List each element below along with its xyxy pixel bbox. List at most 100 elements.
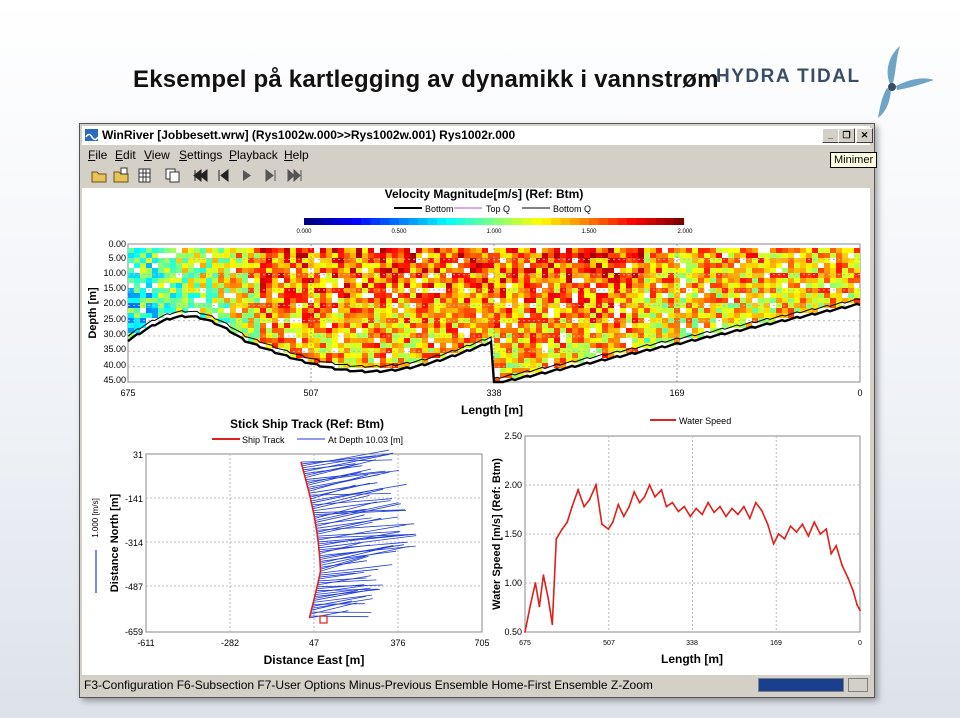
velocity-cell <box>554 268 560 273</box>
velocity-cell <box>566 323 572 328</box>
menu-settings[interactable]: Settings <box>179 148 222 162</box>
open-file-icon[interactable] <box>112 167 130 184</box>
speed-tick: 1.00 <box>504 578 522 588</box>
next-marker-icon[interactable] <box>262 167 280 184</box>
open-folder-icon[interactable] <box>90 167 108 184</box>
velocity-cell <box>590 263 596 268</box>
velocity-cell <box>572 268 578 273</box>
velocity-cell <box>422 298 428 303</box>
velocity-cell <box>704 313 710 318</box>
velocity-cell <box>128 308 134 313</box>
velocity-cell <box>440 293 446 298</box>
first-icon[interactable] <box>192 167 210 184</box>
velocity-cell <box>842 283 848 288</box>
velocity-cell <box>824 258 830 263</box>
depth-tick: 45.00 <box>103 375 126 385</box>
velocity-cell <box>278 248 284 253</box>
velocity-cell <box>710 258 716 263</box>
velocity-cell <box>614 273 620 278</box>
velocity-cell <box>200 283 206 288</box>
velocity-cell <box>410 258 416 263</box>
velocity-cell <box>572 248 578 253</box>
water-speed-point <box>566 521 569 524</box>
scale-swatch <box>636 218 647 225</box>
velocity-cell <box>800 273 806 278</box>
velocity-cell <box>140 293 146 298</box>
velocity-cell <box>854 253 860 258</box>
velocity-cell <box>536 328 542 333</box>
minimize-button[interactable]: _ <box>822 128 839 143</box>
velocity-cell <box>500 248 506 253</box>
velocity-cell <box>590 343 596 348</box>
velocity-cell <box>446 338 452 343</box>
water-speed-point <box>622 515 625 518</box>
velocity-cell <box>296 253 302 258</box>
velocity-cell <box>524 293 530 298</box>
water-speed-point <box>743 505 745 508</box>
velocity-cell <box>542 353 548 358</box>
velocity-cell <box>662 328 668 333</box>
next-icon[interactable] <box>238 167 256 184</box>
velocity-cell <box>278 263 284 268</box>
velocity-cell <box>356 258 362 263</box>
velocity-cell <box>782 278 788 283</box>
grid-icon[interactable] <box>136 167 154 184</box>
velocity-cell <box>728 278 734 283</box>
velocity-cell <box>572 323 578 328</box>
velocity-cell <box>776 298 782 303</box>
velocity-cell <box>392 328 398 333</box>
velocity-cell <box>554 338 560 343</box>
water-speed-point <box>713 511 715 514</box>
velocity-cell <box>332 343 338 348</box>
velocity-cell <box>302 248 308 253</box>
velocity-cell <box>386 268 392 273</box>
velocity-cell <box>194 283 200 288</box>
maximize-button[interactable]: ❐ <box>838 128 855 143</box>
velocity-cell <box>548 328 554 333</box>
last-icon[interactable] <box>286 167 304 184</box>
velocity-cell <box>578 283 584 288</box>
velocity-cell <box>764 258 770 263</box>
velocity-cell <box>500 358 506 363</box>
velocity-cell <box>254 308 260 313</box>
velocity-cell <box>836 258 842 263</box>
velocity-cell <box>662 298 668 303</box>
menu-help[interactable]: Help <box>284 148 309 162</box>
velocity-cell <box>272 273 278 278</box>
menu-file[interactable]: File <box>88 148 107 162</box>
velocity-cell <box>662 268 668 273</box>
velocity-cell <box>530 278 536 283</box>
close-button[interactable]: ✕ <box>856 128 873 143</box>
menu-playback[interactable]: Playback <box>229 148 278 162</box>
velocity-cell <box>356 323 362 328</box>
velocity-cell <box>506 273 512 278</box>
velocity-cell <box>344 348 350 353</box>
velocity-cell <box>362 248 368 253</box>
velocity-cell <box>500 278 506 283</box>
velocity-cell <box>338 313 344 318</box>
velocity-cell <box>518 268 524 273</box>
velocity-cell <box>530 343 536 348</box>
velocity-cell <box>266 253 272 258</box>
velocity-cell <box>794 268 800 273</box>
scale-swatch <box>304 218 314 225</box>
previous-icon[interactable] <box>214 167 232 184</box>
menu-view[interactable]: View <box>144 148 170 162</box>
menu-edit[interactable]: Edit <box>115 148 136 162</box>
velocity-cell <box>458 248 464 253</box>
velocity-cell <box>152 273 158 278</box>
velocity-cell <box>266 313 272 318</box>
velocity-cell <box>464 273 470 278</box>
velocity-cell <box>578 348 584 353</box>
velocity-cell <box>458 268 464 273</box>
velocity-cell <box>326 348 332 353</box>
velocity-cell <box>812 248 818 253</box>
velocity-cell <box>734 268 740 273</box>
copy-icon[interactable] <box>164 167 182 184</box>
velocity-cell <box>422 323 428 328</box>
velocity-cell <box>218 258 224 263</box>
velocity-cell <box>182 258 188 263</box>
velocity-cell <box>680 298 686 303</box>
window-titlebar[interactable]: WinRiver [Jobbesett.wrw] (Rys1002w.000>>… <box>82 126 873 145</box>
velocity-cell <box>530 268 536 273</box>
